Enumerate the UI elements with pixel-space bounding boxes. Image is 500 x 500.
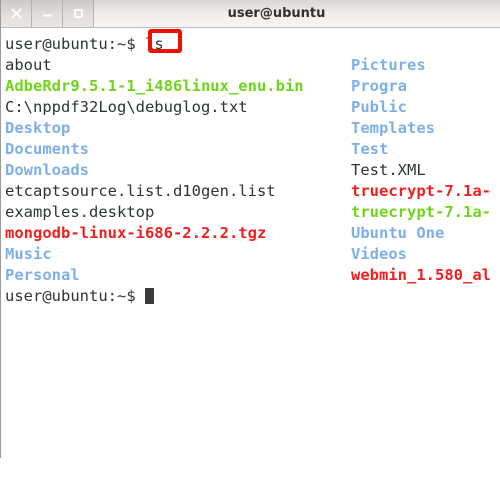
close-icon	[11, 8, 22, 19]
file-entry: AdbeRdr9.5.1-1_i486linux_enu.bin	[5, 77, 304, 95]
file-entry: Music	[5, 245, 52, 263]
close-button[interactable]	[1, 0, 32, 27]
text-cursor	[144, 288, 154, 304]
file-entry: Templates	[351, 119, 435, 137]
minimize-button[interactable]	[32, 0, 63, 27]
screen: user@ubuntu user@ubuntu:~$ ls about Pictur…	[0, 0, 500, 500]
file-entry: webmin_1.580_al	[351, 266, 491, 284]
file-entry: about	[5, 56, 52, 74]
file-entry: Ubuntu One	[351, 224, 445, 242]
file-entry: mongodb-linux-i686-2.2.2.tgz	[5, 224, 267, 242]
file-entry: Personal	[5, 266, 80, 284]
file-entry: Documents	[5, 140, 89, 158]
window-titlebar[interactable]: user@ubuntu	[1, 0, 500, 28]
file-entry: Pictures	[351, 56, 426, 74]
file-entry: truecrypt-7.1a-	[351, 203, 491, 221]
terminal-window: user@ubuntu user@ubuntu:~$ ls about Pictur…	[0, 0, 500, 458]
file-entry: Test	[351, 140, 389, 158]
maximize-icon	[73, 8, 84, 19]
file-entry: Test.XML	[351, 161, 426, 179]
command-line: user@ubuntu:~$ ls	[5, 34, 164, 55]
file-entry: Public	[351, 98, 407, 116]
file-entry: etcaptsource.list.d10gen.list	[5, 182, 276, 200]
typed-command: ls	[144, 35, 164, 53]
file-entry: Downloads	[5, 161, 89, 179]
minimize-icon	[42, 8, 53, 19]
terminal-output-area[interactable]: user@ubuntu:~$ ls about Pictures AdbeRdr9.5…	[1, 28, 500, 458]
shell-prompt: user@ubuntu:~$	[5, 287, 145, 305]
file-entry: C:\nppdf32Log\debuglog.txt	[5, 98, 248, 116]
final-prompt-line: user@ubuntu:~$	[5, 286, 154, 307]
file-entry: Progra	[351, 77, 407, 95]
file-entry: truecrypt-7.1a-	[351, 182, 491, 200]
window-controls	[1, 0, 94, 27]
maximize-button[interactable]	[63, 0, 94, 27]
file-entry: examples.desktop	[5, 203, 155, 221]
shell-prompt: user@ubuntu:~$	[5, 35, 145, 53]
file-entry: Desktop	[5, 119, 71, 137]
file-entry: Videos	[351, 245, 407, 263]
